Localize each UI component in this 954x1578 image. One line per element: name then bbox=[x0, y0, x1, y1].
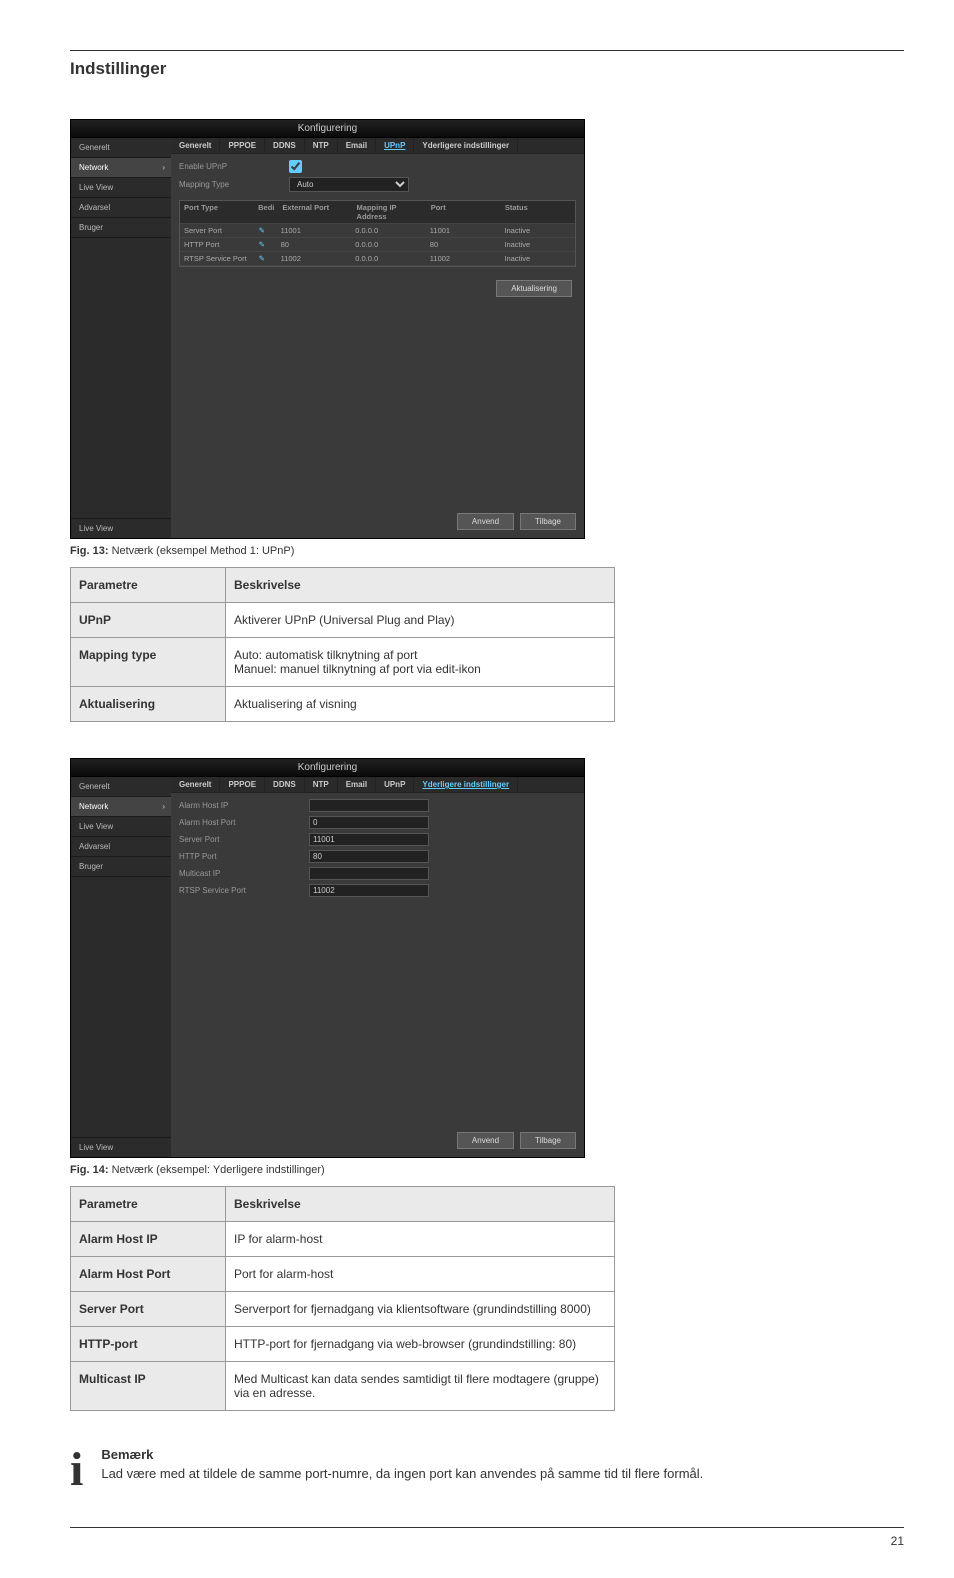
th-param: Parametre bbox=[71, 1187, 226, 1222]
th-status: Status bbox=[501, 201, 575, 223]
tab-more[interactable]: Yderligere indstillinger bbox=[414, 138, 518, 153]
mapping-type-select[interactable]: Auto bbox=[289, 177, 409, 192]
multicast-ip-input[interactable] bbox=[309, 867, 429, 880]
window-title: Konfigurering bbox=[71, 759, 584, 777]
sidebar-item-generelt[interactable]: Generelt bbox=[71, 138, 171, 158]
main-panel: Generelt PPPOE DDNS NTP Email UPnP Yderl… bbox=[171, 777, 584, 1157]
sidebar-item-generelt[interactable]: Generelt bbox=[71, 777, 171, 797]
sidebar-bottom-liveview[interactable]: Live View bbox=[71, 1137, 171, 1157]
sidebar-item-bruger[interactable]: Bruger bbox=[71, 857, 171, 877]
sidebar-item-advarsel[interactable]: Advarsel bbox=[71, 837, 171, 857]
note-body: Lad være med at tildele de samme port-nu… bbox=[101, 1466, 904, 1481]
edit-icon[interactable]: ✎ bbox=[255, 238, 277, 251]
tab-generelt[interactable]: Generelt bbox=[171, 777, 220, 792]
tab-upnp[interactable]: UPnP bbox=[376, 138, 414, 153]
sidebar-item-bruger[interactable]: Bruger bbox=[71, 218, 171, 238]
page-footer: 21 bbox=[70, 1527, 904, 1548]
sidebar: Generelt Network Live View Advarsel Brug… bbox=[71, 138, 171, 538]
main-panel: Generelt PPPOE DDNS NTP Email UPnP Yderl… bbox=[171, 138, 584, 538]
tab-ddns[interactable]: DDNS bbox=[265, 138, 305, 153]
tab-bar: Generelt PPPOE DDNS NTP Email UPnP Yderl… bbox=[171, 777, 584, 793]
alarm-host-ip-input[interactable] bbox=[309, 799, 429, 812]
sidebar-item-network[interactable]: Network bbox=[71, 158, 171, 178]
apply-button[interactable]: Anvend bbox=[457, 1132, 514, 1149]
note-heading: Bemærk bbox=[101, 1447, 904, 1462]
sidebar-bottom-liveview[interactable]: Live View bbox=[71, 518, 171, 538]
tab-ntp[interactable]: NTP bbox=[305, 777, 338, 792]
mapping-type-label: Mapping Type bbox=[179, 180, 289, 189]
tab-bar: Generelt PPPOE DDNS NTP Email UPnP Yderl… bbox=[171, 138, 584, 154]
tab-ntp[interactable]: NTP bbox=[305, 138, 338, 153]
tab-email[interactable]: Email bbox=[338, 777, 376, 792]
rtsp-port-input[interactable] bbox=[309, 884, 429, 897]
alarm-host-ip-label: Alarm Host IP bbox=[179, 801, 309, 810]
th-port-type: Port Type bbox=[180, 201, 254, 223]
tab-pppoe[interactable]: PPPOE bbox=[220, 777, 265, 792]
table-row: RTSP Service Port ✎ 11002 0.0.0.0 11002 … bbox=[180, 252, 575, 266]
sidebar-item-advarsel[interactable]: Advarsel bbox=[71, 198, 171, 218]
upnp-screenshot: Konfigurering Generelt Network Live View… bbox=[70, 119, 585, 539]
sidebar: Generelt Network Live View Advarsel Brug… bbox=[71, 777, 171, 1157]
more-screenshot: Konfigurering Generelt Network Live View… bbox=[70, 758, 585, 1158]
th-param: Parametre bbox=[71, 568, 226, 603]
th-edit: Bedi bbox=[254, 201, 278, 223]
enable-upnp-label: Enable UPnP bbox=[179, 162, 289, 171]
table-row: HTTP Port ✎ 80 0.0.0.0 80 Inactive bbox=[180, 238, 575, 252]
multicast-ip-label: Multicast IP bbox=[179, 869, 309, 878]
alarm-host-port-label: Alarm Host Port bbox=[179, 818, 309, 827]
http-port-input[interactable] bbox=[309, 850, 429, 863]
upnp-param-table: ParametreBeskrivelse UPnPAktiverer UPnP … bbox=[70, 567, 615, 722]
tab-upnp[interactable]: UPnP bbox=[376, 777, 414, 792]
alarm-host-port-input[interactable] bbox=[309, 816, 429, 829]
server-port-input[interactable] bbox=[309, 833, 429, 846]
th-port: Port bbox=[427, 201, 501, 223]
page-title: Indstillinger bbox=[70, 59, 904, 79]
tab-email[interactable]: Email bbox=[338, 138, 376, 153]
sidebar-item-liveview[interactable]: Live View bbox=[71, 178, 171, 198]
server-port-label: Server Port bbox=[179, 835, 309, 844]
enable-upnp-checkbox[interactable] bbox=[289, 160, 302, 173]
edit-icon[interactable]: ✎ bbox=[255, 252, 277, 265]
th-map-ip: Mapping IP Address bbox=[353, 201, 427, 223]
th-ext-port: External Port bbox=[278, 201, 352, 223]
th-desc: Beskrivelse bbox=[226, 1187, 615, 1222]
th-desc: Beskrivelse bbox=[226, 568, 615, 603]
back-button[interactable]: Tilbage bbox=[520, 1132, 576, 1149]
fig13-caption: Fig. 13: Netværk (eksempel Method 1: UPn… bbox=[70, 545, 904, 557]
page-number: 21 bbox=[891, 1534, 904, 1548]
rtsp-port-label: RTSP Service Port bbox=[179, 886, 309, 895]
back-button[interactable]: Tilbage bbox=[520, 513, 576, 530]
apply-button[interactable]: Anvend bbox=[457, 513, 514, 530]
sidebar-item-liveview[interactable]: Live View bbox=[71, 817, 171, 837]
table-row: Server Port ✎ 11001 0.0.0.0 11001 Inacti… bbox=[180, 224, 575, 238]
tab-pppoe[interactable]: PPPOE bbox=[220, 138, 265, 153]
more-param-table: ParametreBeskrivelse Alarm Host IPIP for… bbox=[70, 1186, 615, 1411]
tab-generelt[interactable]: Generelt bbox=[171, 138, 220, 153]
tab-more[interactable]: Yderligere indstillinger bbox=[414, 777, 518, 792]
window-title: Konfigurering bbox=[71, 120, 584, 138]
sidebar-item-network[interactable]: Network bbox=[71, 797, 171, 817]
refresh-button[interactable]: Aktualisering bbox=[496, 280, 572, 297]
note-block: i Bemærk Lad være med at tildele de samm… bbox=[70, 1447, 904, 1487]
port-table: Port Type Bedi External Port Mapping IP … bbox=[179, 200, 576, 267]
tab-ddns[interactable]: DDNS bbox=[265, 777, 305, 792]
info-icon: i bbox=[70, 1447, 83, 1487]
edit-icon[interactable]: ✎ bbox=[255, 224, 277, 237]
fig14-caption: Fig. 14: Netværk (eksempel: Yderligere i… bbox=[70, 1164, 904, 1176]
http-port-label: HTTP Port bbox=[179, 852, 309, 861]
